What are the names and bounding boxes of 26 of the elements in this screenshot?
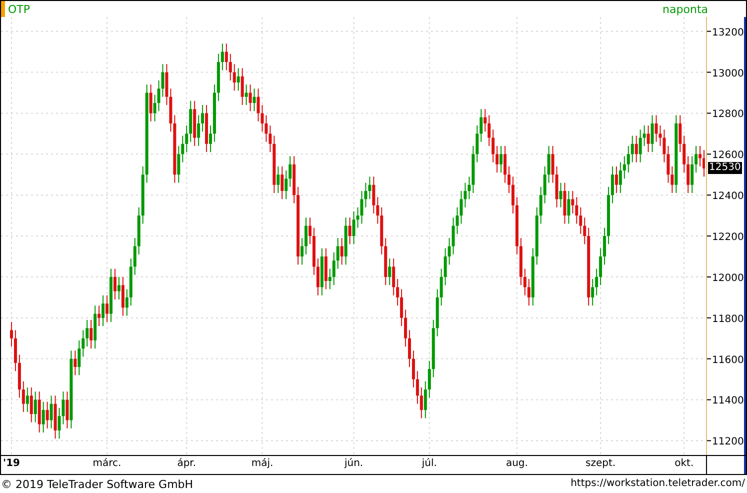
price-marker: 12530 bbox=[708, 162, 742, 174]
price-tick-label: 12800 bbox=[712, 109, 744, 120]
month-label: júl. bbox=[422, 458, 437, 470]
price-tick-label: 12200 bbox=[712, 232, 744, 243]
month-label: ápr. bbox=[177, 458, 196, 470]
month-label: szept. bbox=[586, 458, 616, 470]
month-label: aug. bbox=[506, 458, 528, 470]
website-link[interactable]: https://workstation.teletrader.com/ bbox=[570, 479, 745, 489]
price-tick-label: 11600 bbox=[712, 354, 744, 366]
price-tick-label: 11800 bbox=[712, 314, 744, 325]
copyright-text: © 2019 TeleTrader Software GmbH bbox=[1, 478, 194, 490]
price-tick-label: 11200 bbox=[712, 436, 744, 448]
month-label: jún. bbox=[344, 458, 364, 470]
price-tick-label: 12600 bbox=[712, 150, 744, 162]
month-label: '19 bbox=[3, 458, 20, 470]
symbol-label: OTP bbox=[8, 4, 30, 14]
month-label: máj. bbox=[251, 458, 274, 470]
month-label: okt. bbox=[674, 458, 694, 470]
price-tick-label: 11400 bbox=[712, 396, 744, 407]
interval-label[interactable]: naponta bbox=[662, 4, 708, 14]
symbol-marker bbox=[1, 1, 5, 17]
price-tick-label: 12000 bbox=[712, 272, 744, 284]
price-tick-label: 13200 bbox=[712, 27, 744, 38]
price-tick-label: 12400 bbox=[712, 191, 744, 202]
month-label: márc. bbox=[92, 458, 122, 470]
price-tick-label: 13000 bbox=[712, 68, 744, 80]
